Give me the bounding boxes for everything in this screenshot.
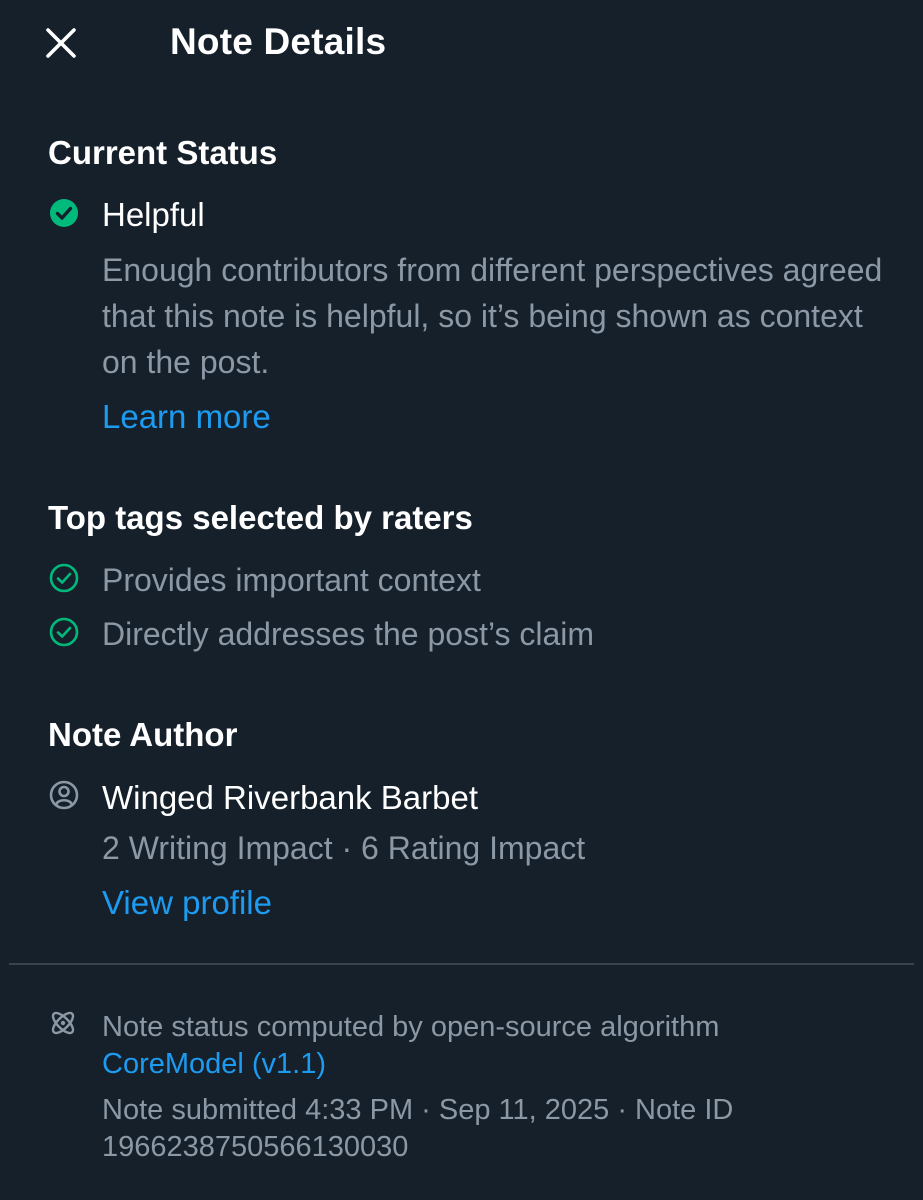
check-circle-outline-icon [49, 617, 79, 647]
header: Note Details [0, 0, 923, 86]
check-circle-outline-icon [49, 563, 79, 593]
status-description: Enough contributors from different persp… [102, 252, 883, 380]
note-author-heading: Note Author [48, 716, 238, 753]
learn-more-link[interactable]: Learn more [102, 397, 271, 437]
view-profile-link[interactable]: View profile [102, 883, 272, 923]
tag-label: Provides important context [102, 562, 481, 598]
note-id: 1966238750566130030 [102, 1131, 409, 1163]
tag-label: Directly addresses the post’s claim [102, 616, 595, 652]
user-circle-icon [49, 780, 79, 810]
page-title: Note Details [170, 21, 387, 62]
check-circle-filled-icon [50, 199, 78, 227]
atom-icon [51, 1011, 75, 1035]
author-impact: 2 Writing Impact · 6 Rating Impact [102, 830, 586, 866]
divider [9, 963, 914, 965]
close-icon[interactable] [40, 22, 82, 64]
algorithm-text: Note status computed by open-source algo… [102, 1011, 720, 1043]
close-button[interactable] [40, 22, 82, 64]
status-label: Helpful [102, 196, 205, 233]
algorithm-link[interactable]: CoreModel (v1.1) [102, 1045, 326, 1083]
submitted-text: Note submitted 4:33 PM · Sep 11, 2025 · … [102, 1094, 734, 1126]
author-name: Winged Riverbank Barbet [102, 779, 479, 816]
current-status-heading: Current Status [48, 134, 278, 171]
top-tags-heading: Top tags selected by raters [48, 499, 473, 536]
